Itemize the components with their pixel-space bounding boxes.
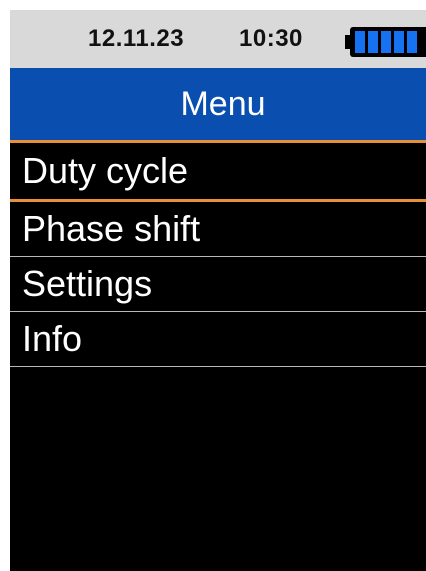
menu-list: Duty cycle Phase shift Settings Info: [10, 143, 426, 367]
battery-cell: [381, 31, 391, 53]
menu-item-phase-shift[interactable]: Phase shift: [10, 202, 426, 257]
battery-cell: [407, 31, 417, 53]
battery-body: [350, 27, 426, 57]
menu-header: Menu: [10, 68, 426, 143]
battery-icon: [345, 27, 426, 57]
status-date: 12.11.23: [88, 25, 185, 52]
page-title: Menu: [180, 85, 266, 123]
device-screen: 12.11.23 10:30 Menu Duty cycle Phase shi…: [10, 10, 426, 571]
battery-cell: [355, 31, 365, 53]
menu-item-duty-cycle[interactable]: Duty cycle: [10, 143, 426, 202]
menu-item-label: Phase shift: [22, 208, 201, 249]
menu-item-label: Settings: [22, 263, 153, 304]
status-time: 10:30: [239, 25, 303, 52]
battery-cell: [368, 31, 378, 53]
battery-cell: [394, 31, 404, 53]
menu-item-label: Duty cycle: [22, 150, 189, 191]
menu-item-label: Info: [22, 318, 83, 359]
status-bar: 12.11.23 10:30: [10, 10, 426, 68]
menu-item-info[interactable]: Info: [10, 312, 426, 367]
menu-item-settings[interactable]: Settings: [10, 257, 426, 312]
